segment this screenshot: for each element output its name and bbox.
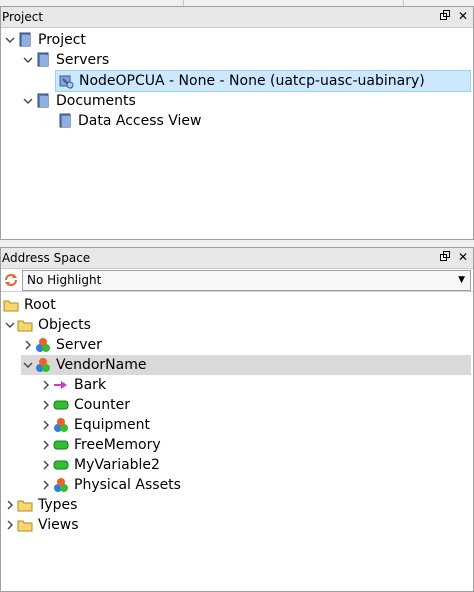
folder-icon [17,497,33,513]
refresh-icon[interactable] [3,272,19,288]
tree-item-label: Servers [56,52,110,68]
document-icon [57,113,73,129]
float-icon[interactable] [439,9,451,23]
variable-icon [53,437,69,453]
tree-item-root[interactable]: Root [3,295,56,315]
folder-icon [35,52,51,68]
folder-icon [35,93,51,109]
tree-item-label: Server [56,337,102,353]
close-icon[interactable]: ✕ [457,9,469,23]
tree-item-myvariable2[interactable]: MyVariable2 [39,455,160,475]
folder-icon [17,317,33,333]
tree-item-label: Types [38,497,78,513]
chevron-right-icon[interactable] [39,435,53,455]
address-space-title: Address Space [2,251,91,265]
tree-item-vendorname[interactable]: VendorName [21,355,471,375]
chevron-down-icon[interactable] [21,50,35,70]
float-icon[interactable] [439,250,451,264]
highlight-toolbar: No Highlight ▼ [1,269,473,292]
chevron-down-icon[interactable] [21,355,35,375]
tree-item-label: Physical Assets [74,477,181,493]
highlight-select-value: No Highlight [27,273,102,287]
tree-item-freememory[interactable]: FreeMemory [39,435,161,455]
tree-item-project[interactable]: Project [3,30,86,50]
address-space-header: Address Space ✕ [1,248,473,269]
method-icon [53,377,69,393]
chevron-right-icon[interactable] [39,395,53,415]
tree-item-server[interactable]: Server [21,335,102,355]
tree-item-label: Counter [74,397,130,413]
tree-item-label: Equipment [74,417,150,433]
object-icon [53,477,69,493]
chevron-right-icon[interactable] [3,495,17,515]
tree-item-objects[interactable]: Objects [3,315,91,335]
tree-item-views[interactable]: Views [3,515,79,535]
tree-item-servers[interactable]: Servers [21,50,109,70]
variable-icon [53,457,69,473]
chevron-down-icon[interactable] [3,315,17,335]
chevron-right-icon[interactable] [3,515,17,535]
tree-item-label: Data Access View [78,113,202,129]
chevron-right-icon[interactable] [21,335,35,355]
tree-item-label: Bark [74,377,107,393]
close-icon[interactable]: ✕ [457,250,469,264]
tree-item-label: Views [38,517,79,533]
tree-item-physical-assets[interactable]: Physical Assets [39,475,181,495]
object-icon [53,417,69,433]
tree-item-label: VendorName [56,357,147,373]
tree-item-label: MyVariable2 [74,457,160,473]
tree-item-equipment[interactable]: Equipment [39,415,150,435]
project-panel-header: Project ✕ [1,7,473,28]
chevron-down-icon[interactable] [3,30,17,50]
tree-item-types[interactable]: Types [3,495,77,515]
folder-icon [17,517,33,533]
chevron-right-icon[interactable] [39,475,53,495]
tree-item-label: Root [24,297,56,313]
project-panel: Project ✕ Project Servers NodeOPCUA - No… [0,6,474,240]
tree-item-documents[interactable]: Documents [21,91,136,111]
tree-item-label: Project [38,32,86,48]
server-connection-icon [58,73,74,89]
address-space-panel: Address Space ✕ No Highlight ▼ Root Obje… [0,247,474,592]
tree-item-counter[interactable]: Counter [39,395,130,415]
variable-icon [53,397,69,413]
chevron-down-icon[interactable] [21,91,35,111]
dropdown-arrow-icon: ▼ [458,275,465,285]
tree-item-bark[interactable]: Bark [39,375,106,395]
chevron-right-icon[interactable] [39,415,53,435]
tree-item-label: Objects [38,317,91,333]
folder-icon [3,297,19,313]
project-panel-title: Project [2,10,44,24]
tree-item-label: FreeMemory [74,437,161,453]
highlight-select[interactable]: No Highlight ▼ [22,270,471,291]
tree-item-label: Documents [56,93,136,109]
project-icon [17,32,33,48]
tree-item-data-access-view[interactable]: Data Access View [57,111,201,131]
tree-item-server-connection[interactable]: NodeOPCUA - None - None (uatcp-uasc-uabi… [55,70,471,92]
object-icon [35,357,51,373]
chevron-right-icon[interactable] [39,375,53,395]
chevron-right-icon[interactable] [39,455,53,475]
object-icon [35,337,51,353]
tree-item-label: NodeOPCUA - None - None (uatcp-uasc-uabi… [79,73,425,89]
